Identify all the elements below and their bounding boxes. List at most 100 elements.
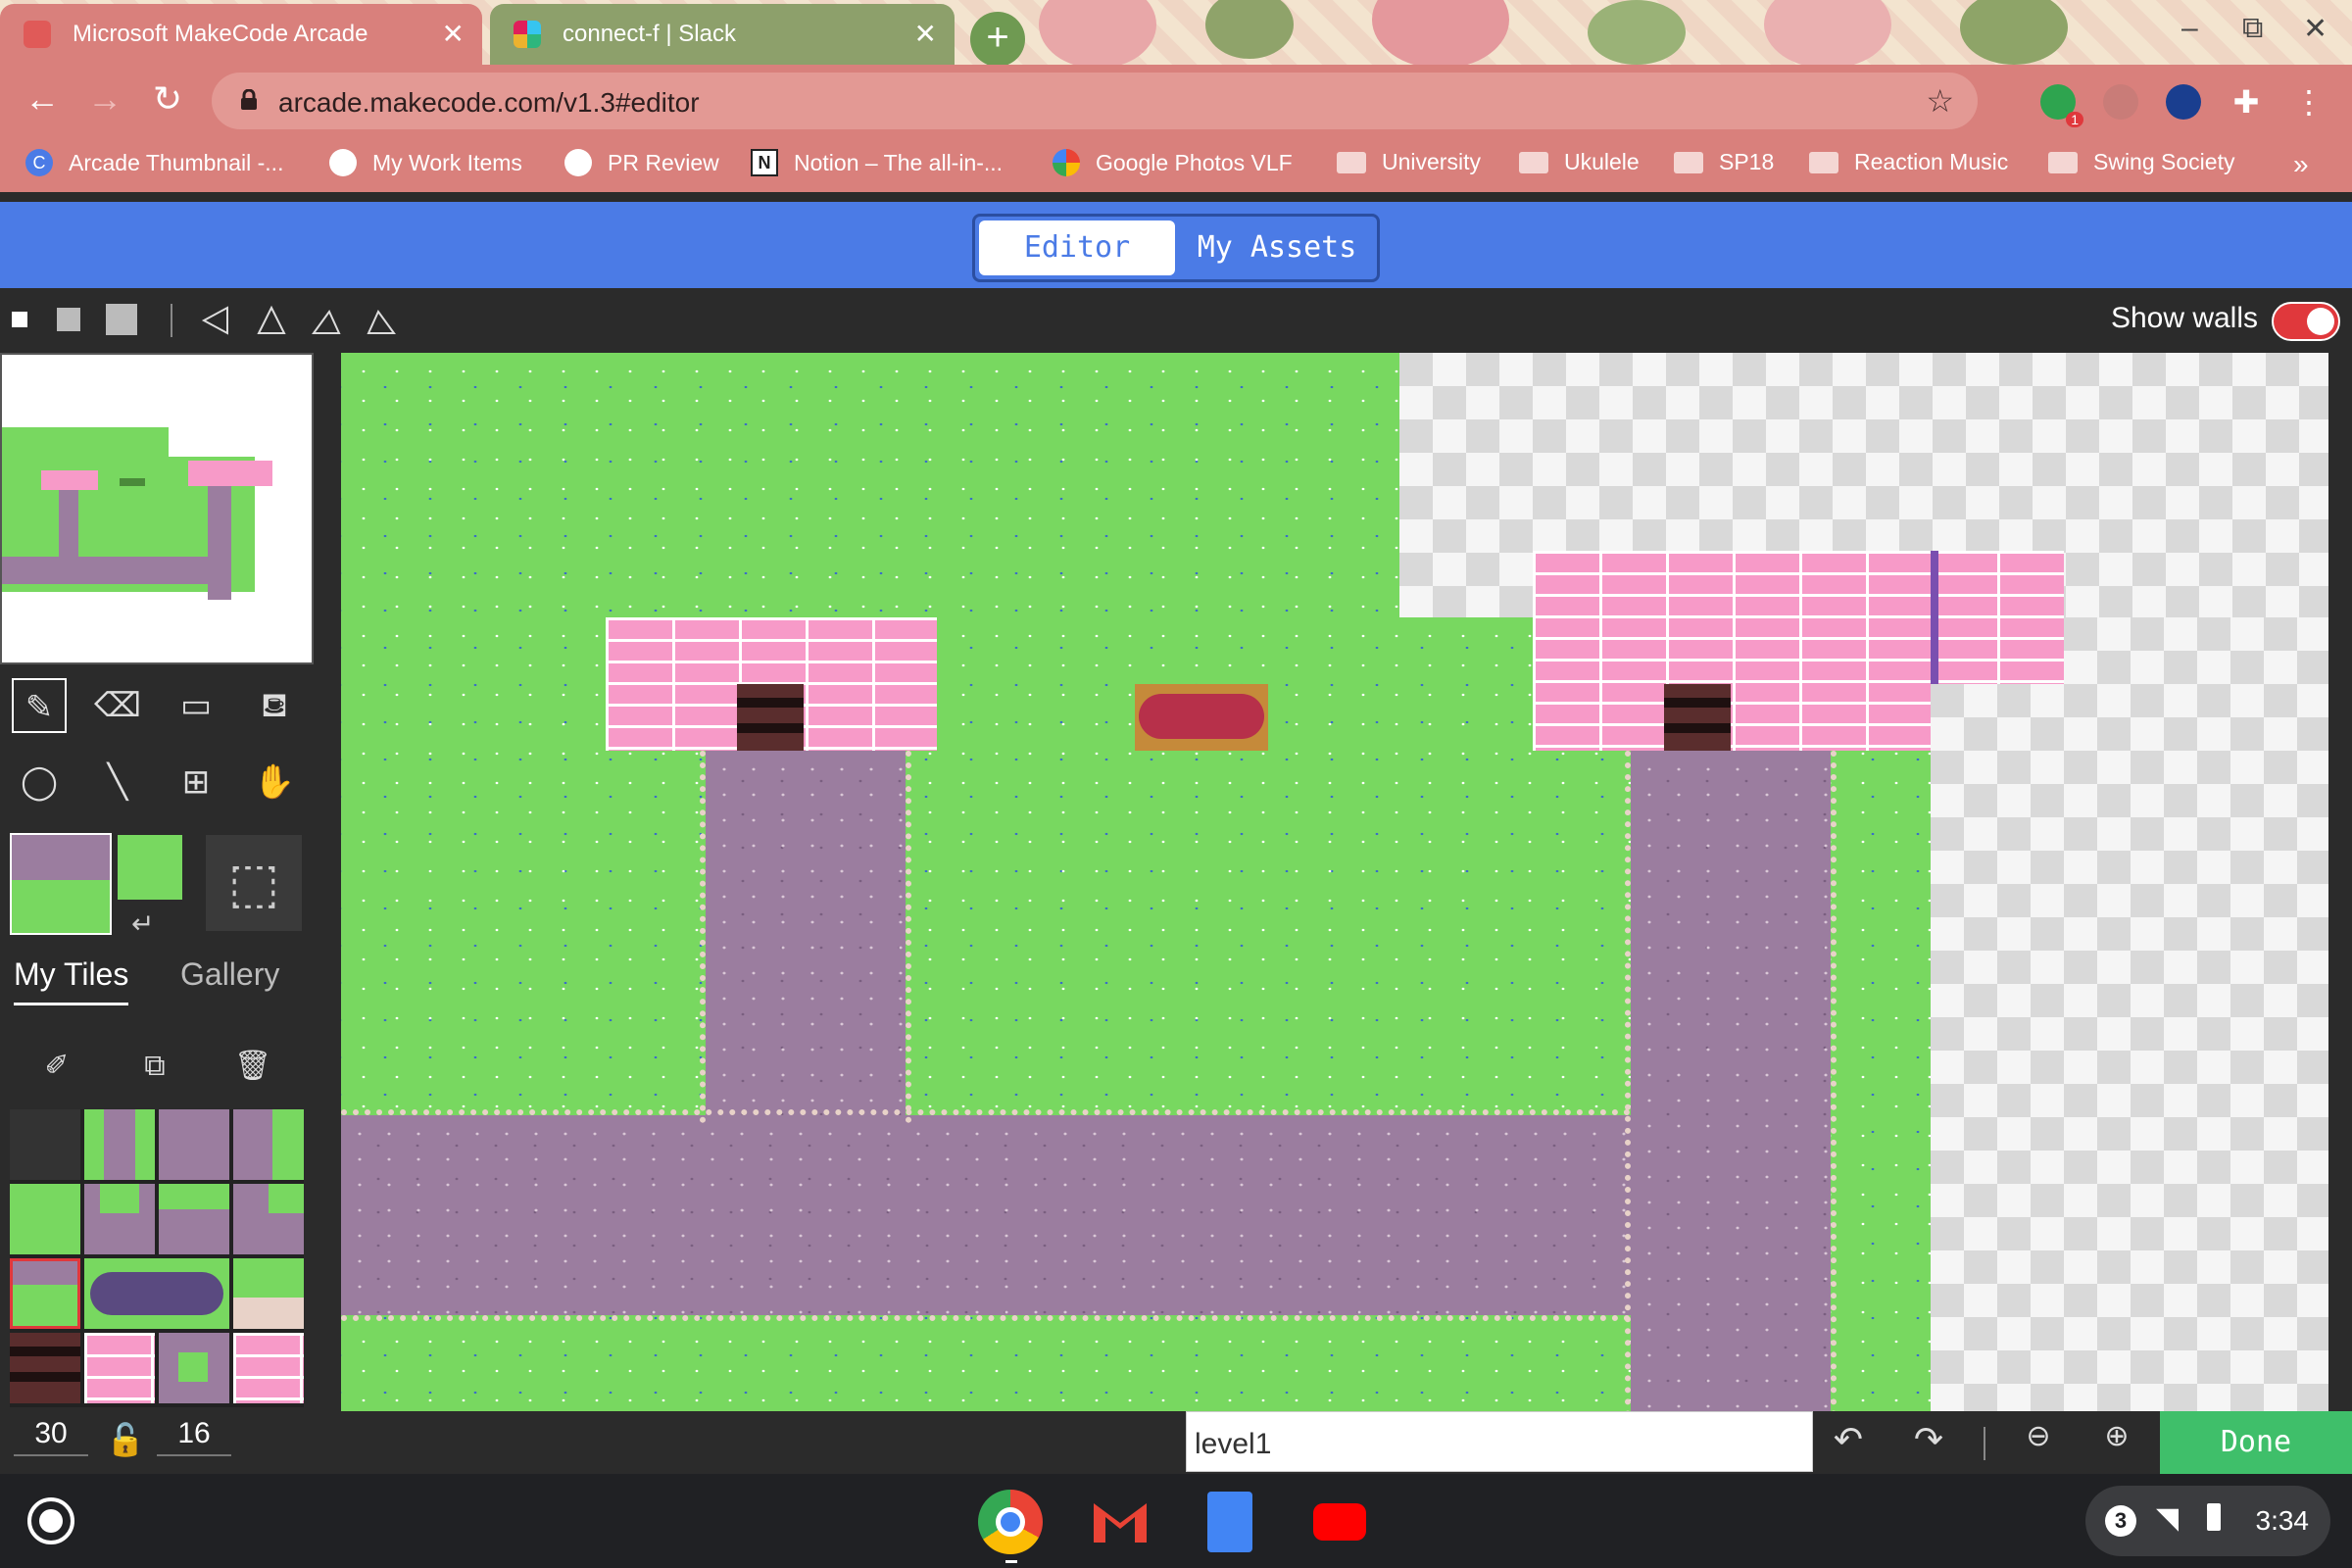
wallpaper-leaf [1588, 0, 1686, 65]
primary-tile-swatch[interactable] [10, 833, 112, 935]
chrome-app-icon[interactable] [978, 1490, 1043, 1554]
brush-size-small[interactable] [12, 312, 27, 327]
arcade-c-icon: C [25, 149, 53, 176]
tile-detail [269, 1184, 304, 1213]
tab-my-assets[interactable]: My Assets [1181, 220, 1373, 275]
reload-icon[interactable]: ↻ [145, 78, 190, 120]
password-extension-icon[interactable] [2166, 84, 2201, 120]
tile-detail [178, 1352, 208, 1382]
show-walls-toggle[interactable] [2272, 302, 2340, 341]
lock-ratio-icon[interactable]: 🔓 [106, 1421, 145, 1458]
divider [0, 192, 2352, 202]
tab-editor[interactable]: Editor [979, 220, 1175, 275]
extensions-puzzle-icon[interactable]: ✚ [2229, 84, 2264, 120]
tile-path-grass-edge[interactable] [84, 1184, 155, 1254]
tile-path[interactable] [159, 1109, 229, 1180]
bookmark-notion[interactable]: N Notion – The all-in-... [751, 149, 1003, 176]
youtube-app-icon[interactable] [1307, 1490, 1372, 1554]
tab-gallery[interactable]: Gallery [180, 956, 279, 993]
pencil-tool[interactable]: ✎ [12, 678, 67, 733]
tile-path-corner[interactable] [233, 1109, 304, 1180]
more-bookmarks-button[interactable]: » [2293, 149, 2309, 180]
close-tab-icon[interactable]: ✕ [442, 18, 465, 50]
rug [1139, 694, 1264, 739]
bookmark-folder-reaction-music[interactable]: Reaction Music [1809, 149, 2008, 175]
marquee-tool[interactable]: ⊞ [169, 755, 223, 809]
maximize-icon[interactable]: ⧉ [2242, 12, 2263, 45]
back-icon[interactable]: ← [20, 78, 65, 120]
tile-brick-cracked[interactable] [233, 1333, 304, 1403]
tile-door[interactable] [10, 1333, 80, 1403]
minimize-icon[interactable]: – [2181, 12, 2198, 45]
close-tab-icon[interactable]: ✕ [914, 18, 937, 50]
wall-tile-button[interactable]: ⬚ [206, 835, 302, 931]
flip-horizontal-icon[interactable] [200, 304, 233, 337]
tab-slack[interactable]: connect-f | Slack ✕ [490, 4, 955, 65]
tile-path-top[interactable] [84, 1109, 155, 1180]
bookmark-folder-swing-society[interactable]: Swing Society [2048, 149, 2234, 175]
tab-makecode-arcade[interactable]: Microsoft MakeCode Arcade ✕ [0, 4, 482, 65]
tile-transparent[interactable] [10, 1109, 80, 1180]
editor-header: Editor My Assets [0, 202, 2352, 288]
gmail-app-icon[interactable] [1088, 1490, 1152, 1554]
path-edge [700, 751, 911, 1123]
tile-detail [13, 1261, 77, 1285]
extension-icon[interactable] [2103, 84, 2138, 120]
eraser-tool[interactable]: ⌫ [90, 678, 145, 733]
level-name-input[interactable]: level1 [1186, 1411, 1813, 1472]
tab-my-tiles[interactable]: My Tiles [14, 956, 129, 1005]
delete-tile-icon[interactable]: 🗑 [225, 1039, 280, 1094]
rectangle-tool[interactable]: ▭ [169, 678, 223, 733]
brush-size-large[interactable] [106, 304, 137, 335]
tile-path-top-edge-selected[interactable] [10, 1258, 80, 1329]
brush-size-medium[interactable] [57, 308, 80, 331]
line-tool[interactable]: ╲ [90, 755, 145, 809]
menu-kebab-icon[interactable]: ⋮ [2291, 84, 2327, 120]
bookmark-star-icon[interactable]: ☆ [1926, 82, 1954, 120]
bookmark-my-work-items[interactable]: My Work Items [329, 149, 522, 176]
zoom-out-icon[interactable]: ⊖ [2009, 1419, 2068, 1453]
swap-tiles-icon[interactable]: ↵ [131, 907, 154, 940]
bookmark-folder-ukulele[interactable]: Ukulele [1519, 149, 1640, 175]
redo-icon[interactable]: ↷ [1899, 1419, 1958, 1460]
tile-path-bottom[interactable] [159, 1184, 229, 1254]
chrome-center [996, 1507, 1025, 1537]
launcher-button[interactable] [27, 1497, 74, 1544]
flip-vertical-icon[interactable] [255, 304, 288, 337]
tile-rug[interactable] [84, 1258, 229, 1329]
new-tab-button[interactable]: + [970, 12, 1025, 67]
edit-tile-icon[interactable]: ✐ [29, 1039, 84, 1094]
youtube-body [1313, 1503, 1366, 1541]
docs-app-icon[interactable] [1198, 1490, 1262, 1554]
circle-tool[interactable]: ◯ [12, 755, 67, 809]
map-height-input[interactable]: 16 [157, 1417, 231, 1456]
close-window-icon[interactable]: ✕ [2303, 12, 2328, 46]
secondary-tile-swatch[interactable] [118, 835, 182, 900]
tile-detail [233, 1298, 304, 1329]
rotate-ccw-icon[interactable] [365, 304, 398, 337]
undo-icon[interactable]: ↶ [1819, 1419, 1878, 1460]
tile-path-right[interactable] [233, 1184, 304, 1254]
bookmark-folder-sp18[interactable]: SP18 [1674, 149, 1774, 175]
rotate-cw-icon[interactable] [310, 304, 343, 337]
status-tray[interactable]: 3 ◥ 3:34 [2085, 1486, 2330, 1556]
tile-brick[interactable] [84, 1333, 155, 1403]
bookmark-pr-review[interactable]: PR Review [564, 149, 719, 176]
pan-tool[interactable]: ✋ [247, 755, 302, 809]
bookmark-google-photos[interactable]: Google Photos VLF [1053, 149, 1293, 176]
zoom-in-icon[interactable]: ⊕ [2087, 1419, 2146, 1453]
tile-grass[interactable] [10, 1184, 80, 1254]
extension-icon[interactable]: 1 [2040, 84, 2083, 127]
fill-tool[interactable]: ⛾ [247, 678, 302, 733]
tile-path-grass-mix[interactable] [159, 1333, 229, 1403]
tilemap-canvas[interactable] [341, 353, 2328, 1411]
duplicate-tile-icon[interactable]: ⧉ [127, 1039, 182, 1094]
forward-icon[interactable]: → [82, 78, 127, 120]
tile-sand-edge[interactable] [233, 1258, 304, 1329]
map-width-input[interactable]: 30 [14, 1417, 88, 1456]
done-button[interactable]: Done [2160, 1411, 2352, 1474]
bookmark-folder-university[interactable]: University [1337, 149, 1481, 175]
address-bar[interactable]: arcade.makecode.com/v1.3#editor ☆ [212, 73, 1978, 129]
minimap[interactable] [0, 353, 314, 664]
bookmark-arcade-thumbnail[interactable]: C Arcade Thumbnail -... [25, 149, 283, 176]
